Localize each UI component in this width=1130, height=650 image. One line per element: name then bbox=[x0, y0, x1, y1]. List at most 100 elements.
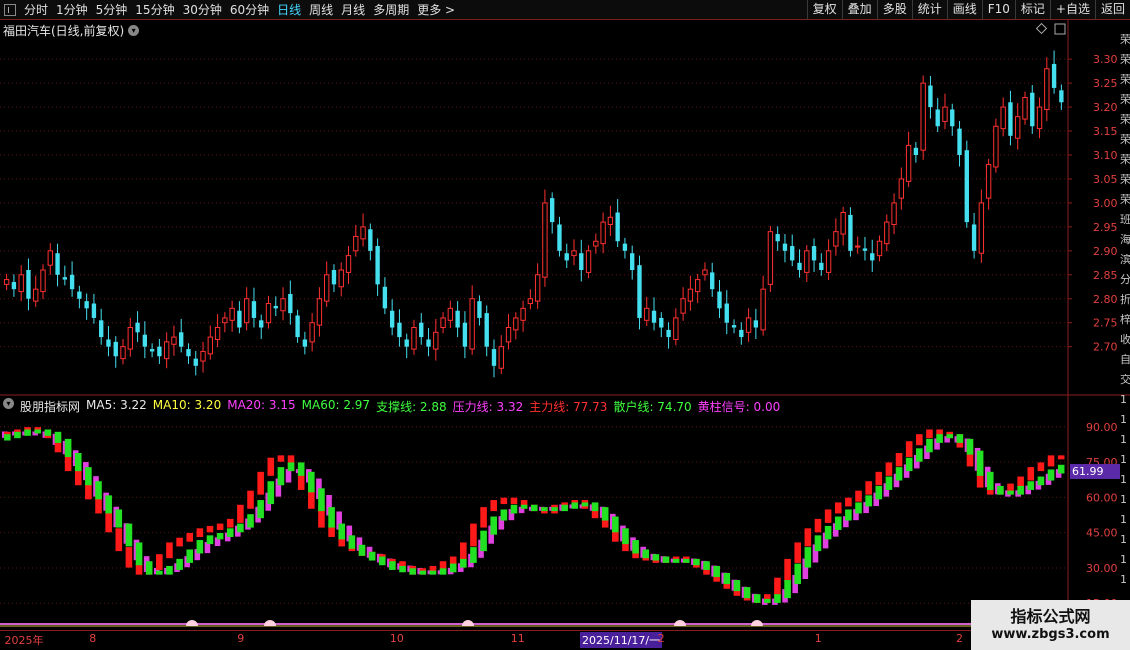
main-line-step bbox=[186, 533, 194, 542]
retail-line-step bbox=[905, 457, 913, 472]
strip-char: 1 bbox=[1120, 494, 1127, 506]
strip-char: 班 bbox=[1120, 214, 1130, 226]
toolbar-button[interactable]: F10 bbox=[981, 0, 1015, 20]
candle-body bbox=[447, 307, 454, 321]
retail-line-step bbox=[733, 580, 741, 592]
toolbar-button[interactable]: 多股 bbox=[876, 0, 912, 20]
period-tab[interactable]: 周线 bbox=[309, 2, 333, 18]
signal-marker bbox=[462, 620, 474, 626]
legend-item: MA10: 3.20 bbox=[152, 398, 222, 412]
candle-body bbox=[905, 144, 912, 182]
watermark: 指标公式网 www.zbgs3.com bbox=[971, 600, 1130, 650]
price-tick-label: 2.85 bbox=[1093, 269, 1118, 282]
retail-line-step bbox=[784, 580, 791, 599]
candle-body bbox=[797, 262, 802, 270]
strip-char: 荣 bbox=[1120, 114, 1130, 126]
candle-body bbox=[876, 240, 883, 257]
retail-line-step bbox=[834, 516, 842, 530]
period-tab[interactable]: 15分钟 bbox=[135, 2, 174, 18]
candle-body bbox=[644, 307, 650, 321]
retail-line-step bbox=[237, 523, 244, 533]
price-tick-label: 3.25 bbox=[1093, 77, 1118, 90]
period-tab[interactable]: 更多 > bbox=[417, 2, 455, 18]
date-cursor-label: 2025/11/17/一 bbox=[580, 632, 663, 648]
date-label: 2 bbox=[657, 632, 665, 645]
indicator-tick-label: 45.00 bbox=[1086, 527, 1118, 540]
main-line-step bbox=[1057, 455, 1065, 460]
candle-body bbox=[120, 346, 126, 360]
retail-line-step bbox=[348, 535, 356, 549]
period-tab[interactable]: 多周期 bbox=[373, 2, 409, 18]
retail-line-step bbox=[297, 462, 305, 476]
retail-line-step bbox=[257, 500, 264, 519]
toolbar-button[interactable]: 复权 bbox=[806, 0, 842, 20]
candle-body bbox=[193, 358, 198, 366]
candle-body bbox=[331, 270, 337, 285]
candle-body bbox=[11, 281, 17, 290]
toolbar-button[interactable]: 返回 bbox=[1094, 0, 1130, 20]
main-line-step bbox=[115, 528, 123, 552]
retail-line-step bbox=[612, 516, 619, 533]
toolbar-button[interactable]: 叠加 bbox=[841, 0, 877, 20]
right-info-strip: 荣荣荣荣荣荣荣荣荣班海滨分折梓收自交1111111111 bbox=[1120, 20, 1130, 630]
retail-line-step bbox=[216, 533, 224, 540]
period-tab[interactable]: 60分钟 bbox=[230, 2, 269, 18]
strip-char: 折 bbox=[1120, 294, 1130, 306]
candle-body bbox=[942, 106, 948, 122]
period-tab[interactable]: 月线 bbox=[341, 2, 365, 18]
retail-line-step bbox=[308, 471, 315, 493]
current-value-badge: 61.99 bbox=[1070, 464, 1120, 479]
period-tab[interactable]: 分时 bbox=[24, 2, 48, 18]
grid-lines bbox=[0, 20, 1130, 630]
period-tab[interactable]: 5分钟 bbox=[96, 2, 128, 18]
retail-line-step bbox=[409, 568, 416, 575]
candle-body bbox=[1044, 68, 1050, 110]
main-line-step bbox=[257, 471, 264, 495]
diamond-icon bbox=[1035, 22, 1048, 35]
candle-body bbox=[804, 250, 810, 273]
candle-body bbox=[717, 291, 722, 309]
retail-line-step bbox=[338, 523, 346, 540]
chart-decor bbox=[0, 22, 1068, 627]
toolbar-button[interactable]: +自选 bbox=[1049, 0, 1095, 20]
candle-body bbox=[345, 255, 352, 273]
candle-body bbox=[557, 224, 562, 251]
retail-line-step bbox=[652, 554, 660, 561]
toolbar-button[interactable]: 标记 bbox=[1014, 0, 1050, 20]
toolbar-button[interactable]: 统计 bbox=[911, 0, 947, 20]
candle-body bbox=[375, 246, 380, 285]
period-tab[interactable]: 1分钟 bbox=[56, 2, 88, 18]
candle-body bbox=[630, 253, 635, 270]
indicator-menu-icon[interactable]: ▾ bbox=[3, 398, 14, 409]
candle-body bbox=[527, 298, 534, 305]
retail-line-step bbox=[561, 504, 568, 512]
price-tick-label: 2.80 bbox=[1093, 293, 1118, 306]
retail-line-step bbox=[287, 462, 295, 472]
kline-chart[interactable]: 3.30 3.25 3.20 3.15 3.10 3.05 3.00 2.95 2.90 2.85… bbox=[0, 20, 1130, 630]
retail-line-step bbox=[824, 525, 832, 540]
retail-line-step bbox=[520, 504, 528, 509]
retail-line-step bbox=[865, 495, 872, 507]
candle-body bbox=[222, 317, 228, 324]
candlestick-series bbox=[3, 50, 1064, 378]
toolbar-button[interactable]: 画线 bbox=[946, 0, 982, 20]
main-line-step bbox=[156, 554, 163, 570]
strip-char: 分 bbox=[1120, 274, 1130, 286]
retail-line-step bbox=[713, 565, 720, 577]
main-line-step bbox=[460, 542, 467, 561]
retail-line-step bbox=[1017, 485, 1024, 495]
candle-body bbox=[469, 298, 475, 350]
strip-char: 荣 bbox=[1120, 174, 1130, 186]
candle-body bbox=[1051, 63, 1057, 88]
candle-body bbox=[26, 270, 31, 299]
strip-char: 交 bbox=[1120, 374, 1130, 386]
strip-char: 1 bbox=[1120, 474, 1127, 486]
menu-icon[interactable] bbox=[4, 4, 16, 16]
candle-body bbox=[964, 150, 969, 223]
period-tab[interactable]: 30分钟 bbox=[183, 2, 222, 18]
candle-body bbox=[550, 198, 555, 223]
legend-item: 散户线: 74.70 bbox=[613, 400, 692, 414]
price-axis: 3.30 3.25 3.20 3.15 3.10 3.05 3.00 2.95 2.90 2.85… bbox=[1068, 53, 1118, 354]
retail-line-step bbox=[601, 507, 609, 521]
period-tab[interactable]: 日线 bbox=[277, 2, 301, 18]
